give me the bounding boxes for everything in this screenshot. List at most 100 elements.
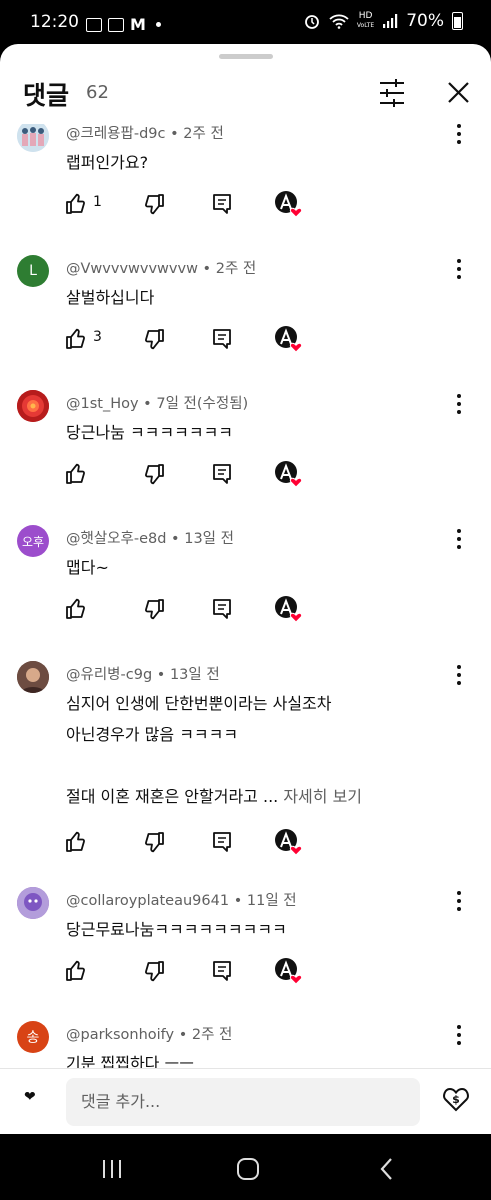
read-more-link[interactable]: 자세히 보기 [278, 787, 362, 806]
avatar[interactable] [17, 124, 49, 152]
thumbs-down-icon [145, 464, 164, 485]
more-vert-icon [457, 124, 461, 144]
volte-label: VoLTE [356, 22, 375, 29]
like-button[interactable] [64, 955, 88, 987]
mail-icon [108, 17, 124, 32]
notification-icons: M [86, 15, 161, 34]
like-count: 3 [93, 329, 102, 345]
comment-actions: 1 [60, 188, 310, 220]
reply-button[interactable] [210, 593, 234, 625]
comment-text: 당근무료나눔ㅋㅋㅋㅋㅋㅋㅋㅋㅋ [66, 920, 287, 939]
close-button[interactable] [438, 74, 478, 112]
comment-author[interactable]: @collaroyplateau9641 [66, 893, 229, 909]
avatar[interactable]: L [17, 255, 49, 287]
comment-time: 11일 전 [246, 893, 297, 909]
dislike-button[interactable] [142, 458, 166, 490]
comment-menu-button[interactable] [447, 390, 471, 418]
drag-handle[interactable] [219, 54, 273, 59]
comment-list[interactable]: @크레용팝-d9c • 2주 전 랩퍼인가요? 1 L @Vwvvvwvvwvv… [0, 124, 491, 1068]
reply-comment-icon [213, 194, 231, 214]
comment-author[interactable]: @Vwvvvwvvwvvw [66, 261, 198, 277]
comment-text: 랩퍼인가요? [66, 153, 149, 172]
reply-button[interactable] [210, 826, 234, 858]
comment-meta: @유리병-c9g • 13일 전 [66, 663, 220, 684]
dislike-button[interactable] [142, 323, 166, 355]
thumbs-up-icon [66, 193, 85, 214]
avatar-letter: 오후 [21, 534, 45, 549]
character-avatar [17, 887, 49, 919]
super-thanks-icon: $ [443, 1087, 469, 1112]
thumbs-up-icon [66, 598, 85, 619]
creator-heart [274, 826, 304, 858]
like-button[interactable] [64, 188, 88, 220]
more-vert-icon [457, 259, 461, 279]
comment-menu-button[interactable] [447, 887, 471, 915]
meta-separator: • [197, 261, 216, 277]
back-button[interactable] [372, 1154, 402, 1184]
creator-heart [274, 955, 304, 987]
thumbs-down-icon [145, 832, 164, 853]
creator-heart-icon [275, 958, 303, 985]
comment-composer: ❤ 댓글 추가... $ [0, 1068, 491, 1134]
hd-volte-indicator: HD VoLTE [357, 12, 374, 30]
thumbs-down-icon [145, 194, 164, 215]
dislike-button[interactable] [142, 826, 166, 858]
avatar[interactable] [17, 887, 49, 919]
comment-menu-button[interactable] [447, 525, 471, 553]
comment-author[interactable]: @유리병-c9g [66, 667, 152, 683]
comment-meta: @parksonhoify • 2주 전 [66, 1023, 232, 1044]
comment-text: 맵다~ [66, 558, 109, 577]
more-vert-icon [457, 529, 461, 549]
recent-apps-icon [103, 1160, 121, 1178]
gallery-icon [86, 17, 102, 32]
meta-separator: • [138, 396, 157, 412]
like-button[interactable] [64, 826, 88, 858]
comment-author[interactable]: @1st_Hoy [66, 396, 139, 412]
like-button[interactable] [64, 458, 88, 490]
like-button[interactable] [64, 593, 88, 625]
group-photo-avatar [17, 124, 49, 152]
comment-actions [60, 955, 310, 987]
thumbs-up-icon [66, 463, 85, 484]
home-button[interactable] [233, 1154, 263, 1184]
dislike-button[interactable] [142, 955, 166, 987]
battery-percent: 70% [406, 11, 444, 31]
reply-comment-icon [213, 599, 231, 619]
sort-filter-button[interactable] [372, 74, 412, 112]
comment-menu-button[interactable] [447, 661, 471, 689]
creator-heart-icon [275, 596, 303, 623]
reply-button[interactable] [210, 188, 234, 220]
comment-author[interactable]: @parksonhoify [66, 1027, 174, 1043]
portrait-photo-avatar [17, 661, 49, 693]
avatar[interactable] [17, 661, 49, 693]
back-icon [380, 1158, 392, 1180]
reply-button[interactable] [210, 458, 234, 490]
reply-button[interactable] [210, 955, 234, 987]
more-vert-icon [457, 394, 461, 414]
comment-author[interactable]: @크레용팝-d9c [66, 126, 166, 142]
dislike-button[interactable] [142, 188, 166, 220]
comment-actions: 3 [60, 323, 310, 355]
comment-meta: @크레용팝-d9c • 2주 전 [66, 124, 224, 143]
avatar[interactable]: 송 [17, 1021, 49, 1053]
comment-time: 2주 전 [191, 1027, 233, 1043]
comment-text: 기분 찝찝하다 ㅡㅡ [66, 1054, 194, 1068]
comment-menu-button[interactable] [447, 255, 471, 283]
recent-apps-button[interactable] [97, 1154, 127, 1184]
like-button[interactable] [64, 323, 88, 355]
comment-author[interactable]: @햇살오후-e8d [66, 531, 166, 547]
avatar[interactable]: 오후 [17, 525, 49, 557]
reply-button[interactable] [210, 323, 234, 355]
add-comment-input[interactable]: 댓글 추가... [66, 1078, 420, 1126]
comment-time: 2주 전 [183, 126, 224, 142]
comment-menu-button[interactable] [447, 124, 471, 148]
emoji-heart-button[interactable]: ❤ [24, 1089, 36, 1105]
comment-menu-button[interactable] [447, 1021, 471, 1049]
wifi-icon [329, 14, 349, 29]
avatar[interactable] [17, 390, 49, 422]
dislike-button[interactable] [142, 593, 166, 625]
avatar-letter: 송 [26, 1030, 40, 1046]
super-thanks-button[interactable]: $ [441, 1083, 471, 1113]
status-time: 12:20 [30, 12, 79, 32]
comment-meta: @Vwvvvwvvwvvw • 2주 전 [66, 257, 256, 278]
